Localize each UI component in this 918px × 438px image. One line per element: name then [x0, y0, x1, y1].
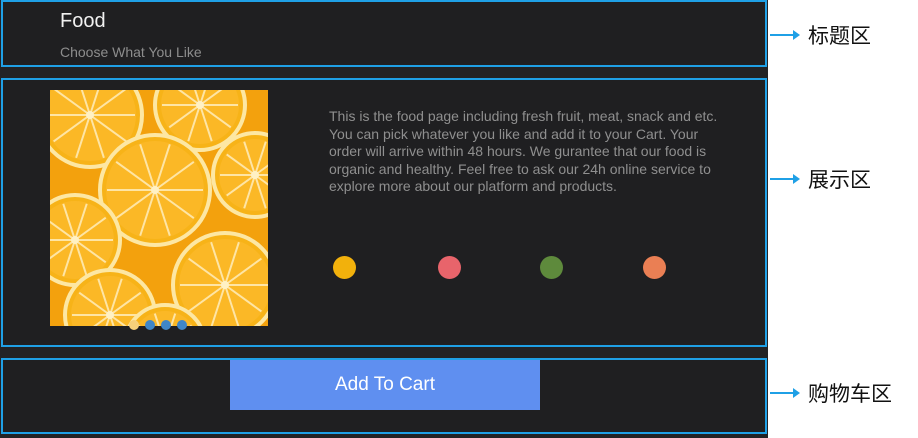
orange-slices-illustration — [50, 90, 268, 326]
color-swatch[interactable] — [333, 256, 356, 279]
page-title: Food — [60, 10, 106, 32]
arrow-icon — [770, 174, 800, 184]
arrow-icon — [770, 30, 800, 40]
color-swatch[interactable] — [540, 256, 563, 279]
carousel-dot[interactable] — [145, 320, 155, 330]
carousel-dot[interactable] — [177, 320, 187, 330]
annotation-label: 标题区 — [808, 24, 871, 48]
display-section: This is the food page including fresh fr… — [1, 78, 767, 347]
app-frame: Food Choose What You Like This is the fo… — [0, 0, 768, 438]
cart-section: Add To Cart — [1, 358, 767, 434]
color-swatch[interactable] — [438, 256, 461, 279]
description-text: This is the food page including fresh fr… — [329, 108, 718, 194]
add-to-cart-button[interactable]: Add To Cart — [230, 360, 540, 410]
page-subtitle: Choose What You Like — [60, 44, 202, 60]
annotation-title-area: 标题区 — [770, 20, 871, 50]
title-section: Food Choose What You Like — [1, 0, 767, 67]
annotation-display-area: 展示区 — [770, 164, 871, 194]
annotation-label: 购物车区 — [808, 382, 892, 406]
annotation-cart-area: 购物车区 — [770, 378, 892, 408]
food-image[interactable] — [50, 90, 268, 326]
annotation-label: 展示区 — [808, 168, 871, 192]
color-swatch[interactable] — [643, 256, 666, 279]
carousel-indicator — [129, 320, 187, 330]
carousel-dot[interactable] — [129, 320, 139, 330]
arrow-icon — [770, 388, 800, 398]
carousel-dot[interactable] — [161, 320, 171, 330]
